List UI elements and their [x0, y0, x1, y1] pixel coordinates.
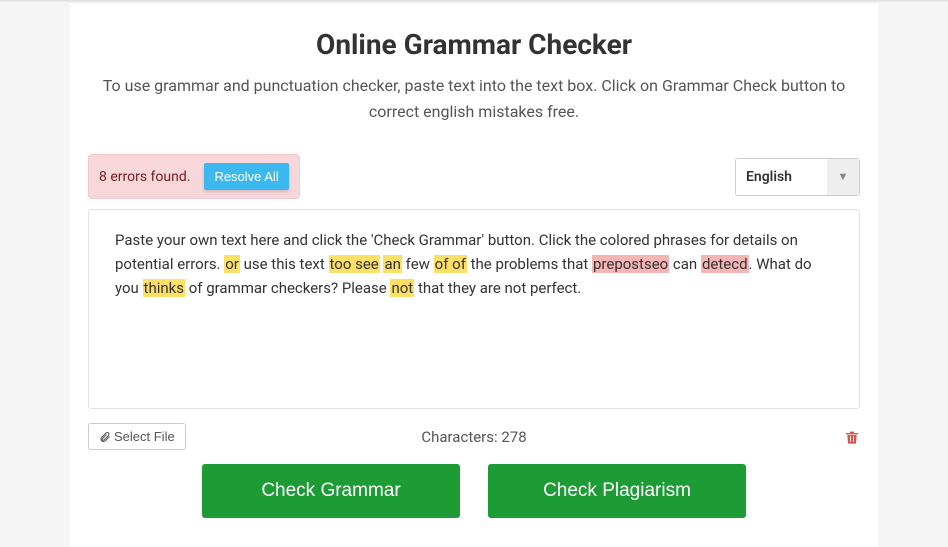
character-count: Characters: 278: [421, 428, 526, 446]
page-title: Online Grammar Checker: [88, 28, 860, 61]
text-editor[interactable]: Paste your own text here and click the '…: [88, 209, 860, 409]
language-selected-label: English: [736, 169, 827, 185]
page-subtitle: To use grammar and punctuation checker, …: [94, 73, 854, 124]
paperclip-icon: [99, 431, 111, 443]
grammar-highlight[interactable]: an: [383, 255, 401, 273]
select-file-label: Select File: [114, 429, 175, 444]
language-select[interactable]: English ▼: [735, 158, 860, 196]
chevron-down-icon: ▼: [827, 159, 859, 195]
main-card: Online Grammar Checker To use grammar an…: [70, 2, 878, 547]
editor-footer-row: Select File Characters: 278: [88, 423, 860, 450]
grammar-highlight[interactable]: thinks: [143, 279, 185, 297]
select-file-button[interactable]: Select File: [88, 423, 186, 450]
spelling-highlight[interactable]: detecd: [701, 255, 749, 273]
grammar-highlight[interactable]: or: [224, 255, 240, 273]
grammar-highlight[interactable]: too see: [329, 255, 380, 273]
check-plagiarism-button[interactable]: Check Plagiarism: [488, 464, 746, 518]
controls-row: 8 errors found. Resolve All English ▼: [88, 154, 860, 199]
error-alert: 8 errors found. Resolve All: [88, 154, 300, 199]
error-count-text: 8 errors found.: [99, 169, 190, 185]
spelling-highlight[interactable]: prepostseo: [592, 255, 669, 273]
resolve-all-button[interactable]: Resolve All: [204, 163, 288, 190]
grammar-highlight[interactable]: not: [390, 279, 414, 297]
check-grammar-button[interactable]: Check Grammar: [202, 464, 460, 518]
trash-icon[interactable]: [844, 428, 860, 446]
action-buttons-row: Check Grammar Check Plagiarism: [88, 464, 860, 518]
grammar-highlight[interactable]: of of: [434, 255, 467, 273]
